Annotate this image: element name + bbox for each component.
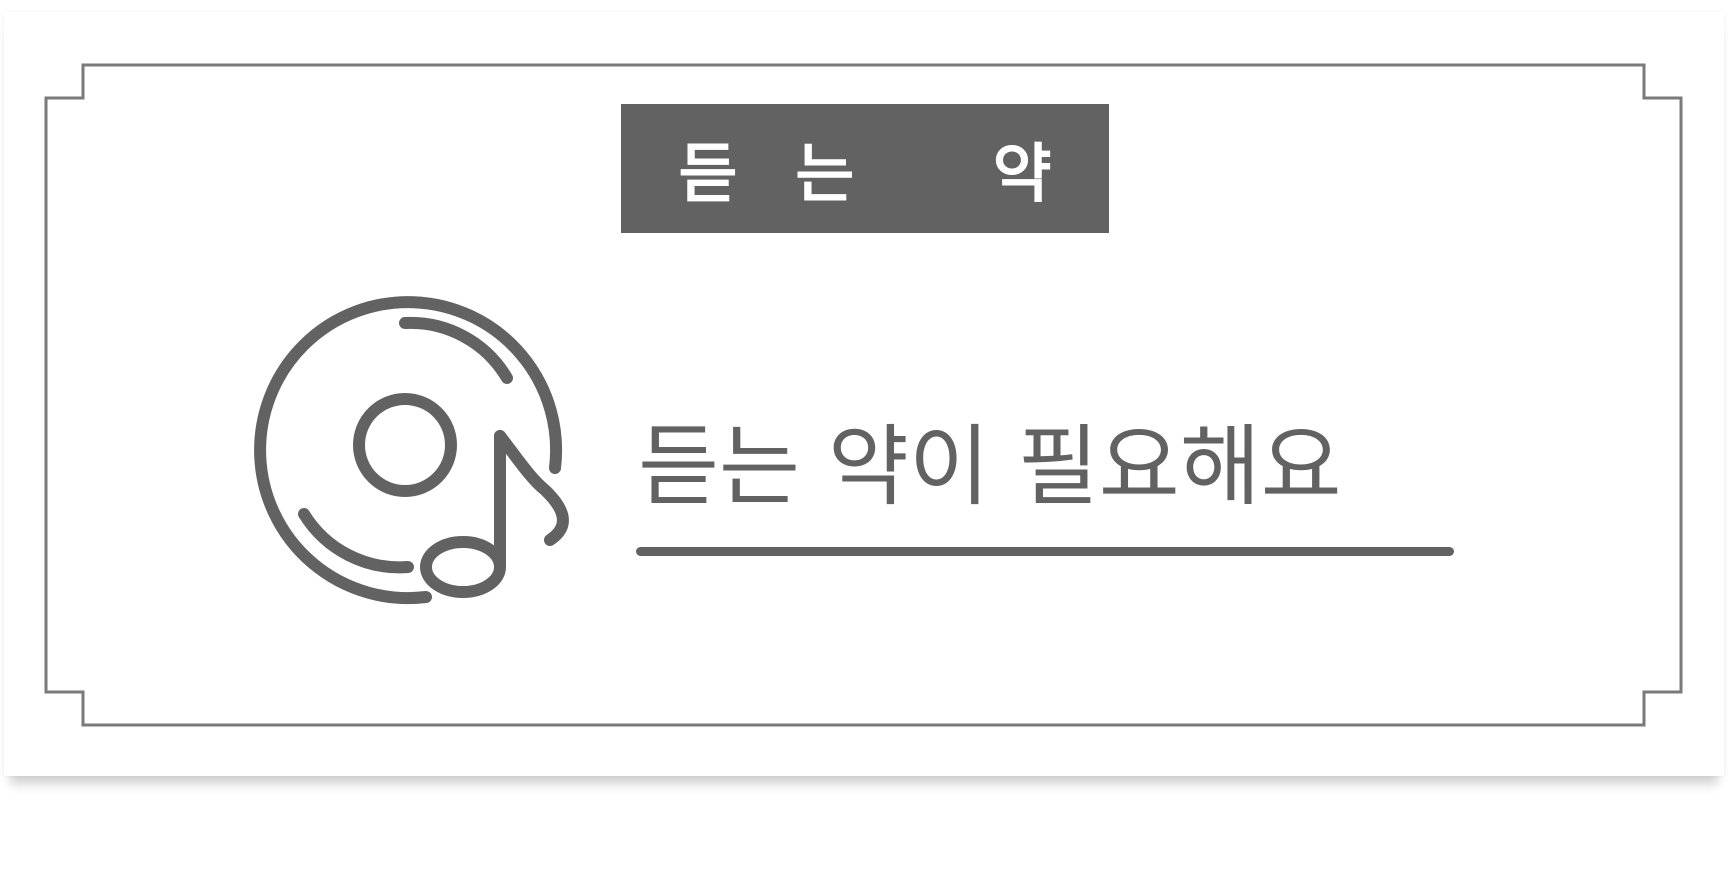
title-banner: 듣는 약 bbox=[621, 104, 1109, 233]
message-text: 듣는 약이 필요해요 bbox=[638, 415, 1342, 518]
sign-canvas: 듣는 약 듣는 약이 필요해요 bbox=[0, 0, 1728, 880]
note-head bbox=[420, 536, 506, 598]
message-underline bbox=[636, 547, 1454, 556]
title-text: 듣는 약 bbox=[678, 137, 1110, 212]
disc-inner-arc-bottom bbox=[298, 508, 414, 574]
music-disc-icon bbox=[240, 280, 580, 620]
disc-center-ring bbox=[353, 393, 457, 497]
